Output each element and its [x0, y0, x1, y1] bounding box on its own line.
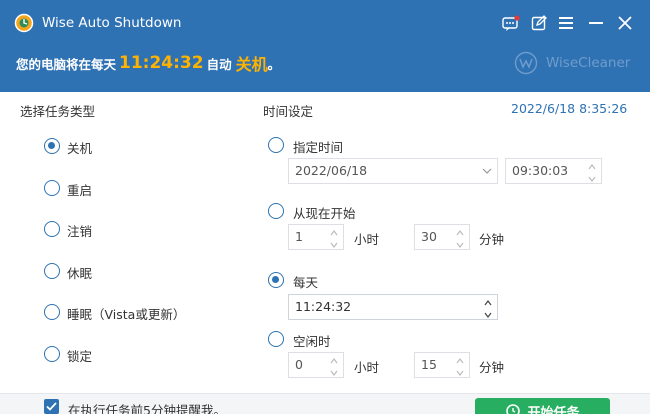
- spin-up-icon[interactable]: [328, 354, 340, 364]
- spin-down-icon[interactable]: [328, 238, 340, 248]
- idle-minutes-spinner[interactable]: [453, 354, 467, 376]
- idle-hours-value: 0: [295, 357, 303, 372]
- wisecleaner-brand[interactable]: WiseCleaner: [514, 50, 630, 76]
- reminder-checkbox[interactable]: [44, 399, 59, 414]
- banner-action: 关机: [235, 55, 268, 74]
- option-sleep-label[interactable]: 睡眠（Vista或更新）: [67, 304, 185, 323]
- radio-shutdown[interactable]: [44, 138, 60, 154]
- specified-time-input[interactable]: 09:30:03: [505, 158, 602, 184]
- radio-logoff[interactable]: [44, 221, 60, 237]
- time-settings-title: 时间设定: [263, 104, 314, 119]
- from-now-hours-value: 1: [295, 229, 303, 244]
- radio-lock[interactable]: [44, 346, 60, 362]
- option-restart-label[interactable]: 重启: [67, 180, 92, 199]
- option-shutdown-label[interactable]: 关机: [67, 138, 92, 157]
- brand-name: WiseCleaner: [546, 55, 631, 71]
- task-type-title: 选择任务类型: [20, 104, 96, 119]
- reminder-label[interactable]: 在执行任务前5分钟提醒我。: [68, 400, 226, 414]
- status-banner: 您的电脑将在每天 11:24:32 自动 关机 。 WiseCleaner: [0, 48, 650, 92]
- daily-time-spinner[interactable]: [481, 296, 495, 318]
- from-now-minutes-input[interactable]: 30: [414, 224, 470, 250]
- radio-hibernate[interactable]: [44, 263, 60, 279]
- daily-time-value: 11:24:32: [295, 299, 352, 314]
- date-value: 2022/06/18: [295, 163, 368, 178]
- title-bar: Wise Auto Shutdown: [0, 0, 650, 48]
- option-hibernate-label[interactable]: 休眠: [67, 263, 92, 282]
- spin-down-icon[interactable]: [454, 366, 466, 376]
- from-now-hours-input[interactable]: 1: [288, 224, 344, 250]
- option-logoff-label[interactable]: 注销: [67, 221, 92, 240]
- start-task-button[interactable]: 开始任务: [475, 398, 610, 414]
- shutdown-summary: 您的电脑将在每天 11:24:32 自动 关机 。: [16, 48, 280, 78]
- from-now-hours-unit: 小时: [354, 232, 380, 247]
- from-now-minutes-spinner[interactable]: [453, 226, 467, 248]
- idle-label[interactable]: 空闲时: [293, 331, 331, 350]
- radio-idle[interactable]: [268, 331, 284, 347]
- idle-minutes-input[interactable]: 15: [414, 352, 470, 378]
- spin-down-icon[interactable]: [586, 172, 598, 182]
- specified-time-label[interactable]: 指定时间: [293, 137, 343, 156]
- spin-down-icon[interactable]: [328, 366, 340, 376]
- banner-suffix: 。: [267, 56, 281, 72]
- idle-hours-unit: 小时: [354, 360, 380, 375]
- idle-hours-input[interactable]: 0: [288, 352, 344, 378]
- spin-down-icon[interactable]: [454, 238, 466, 248]
- from-now-minutes-value: 30: [421, 229, 437, 244]
- checkmark-icon: [46, 402, 57, 411]
- message-icon[interactable]: [500, 12, 522, 34]
- banner-time: 11:24:32: [119, 53, 204, 73]
- start-task-label: 开始任务: [527, 406, 580, 414]
- idle-minutes-unit: 分钟: [479, 360, 505, 375]
- close-icon[interactable]: [614, 12, 636, 34]
- menu-icon[interactable]: [555, 12, 577, 34]
- radio-specified-time[interactable]: [268, 137, 284, 153]
- daily-label[interactable]: 每天: [293, 272, 318, 291]
- specified-time-spinner[interactable]: [585, 160, 599, 182]
- from-now-hours-spinner[interactable]: [327, 226, 341, 248]
- spin-up-icon[interactable]: [586, 160, 598, 170]
- from-now-minutes-unit: 分钟: [479, 232, 505, 247]
- spin-down-icon[interactable]: [482, 308, 494, 318]
- wisecleaner-logo-icon: [514, 51, 538, 75]
- banner-middle: 自动: [206, 56, 232, 72]
- minimize-icon[interactable]: [585, 12, 607, 34]
- spin-up-icon[interactable]: [454, 226, 466, 236]
- idle-hours-spinner[interactable]: [327, 354, 341, 376]
- spin-up-icon[interactable]: [328, 226, 340, 236]
- from-now-label[interactable]: 从现在开始: [293, 203, 356, 222]
- spin-up-icon[interactable]: [454, 354, 466, 364]
- date-dropdown[interactable]: 2022/06/18: [288, 158, 498, 184]
- radio-restart[interactable]: [44, 180, 60, 196]
- chevron-down-icon[interactable]: [481, 165, 493, 177]
- radio-daily[interactable]: [268, 272, 284, 288]
- current-datetime: 2022/6/18 8:35:26: [511, 101, 628, 116]
- specified-time-value: 09:30:03: [512, 163, 569, 178]
- clock-icon: [506, 404, 521, 414]
- banner-prefix: 您的电脑将在每天: [16, 56, 117, 72]
- app-logo-icon: [14, 13, 34, 33]
- radio-from-now[interactable]: [268, 203, 284, 219]
- radio-sleep[interactable]: [44, 304, 60, 320]
- idle-minutes-value: 15: [421, 357, 437, 372]
- window-title: Wise Auto Shutdown: [42, 15, 182, 31]
- spin-up-icon[interactable]: [482, 296, 494, 306]
- edit-icon[interactable]: [528, 12, 550, 34]
- daily-time-input[interactable]: 11:24:32: [288, 294, 498, 320]
- option-lock-label[interactable]: 锁定: [67, 346, 92, 365]
